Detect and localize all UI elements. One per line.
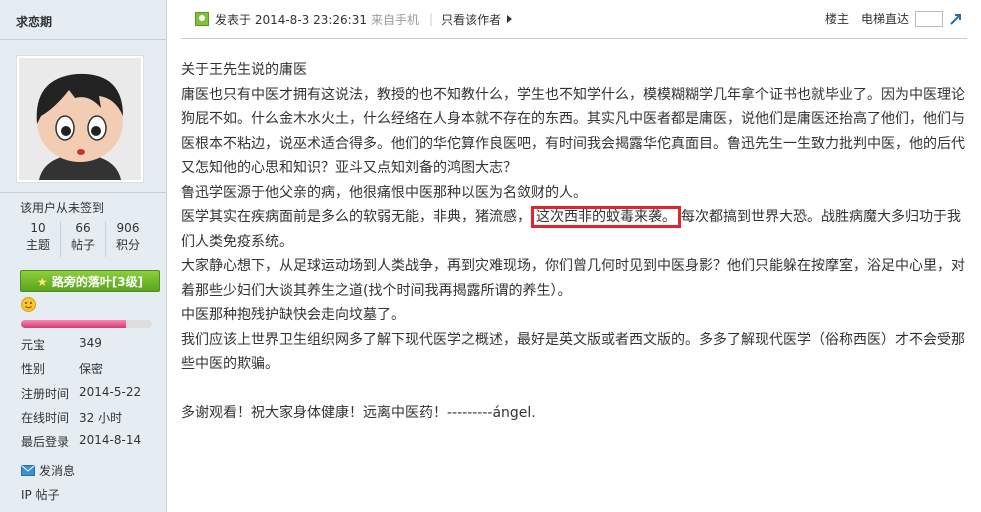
floor-label: 楼主 <box>824 12 849 26</box>
ip-posts-link[interactable]: IP 帖子 <box>21 486 60 503</box>
stat-posts-label: 帖子 <box>70 238 95 252</box>
post-paragraph: 庸医也只有中医才拥有这说法，教授的也不知教什么，学生也不知学什么，模模糊糊学几年… <box>181 86 965 177</box>
arrow-right-icon <box>507 15 513 23</box>
author-sidebar: 求恋期 该用户从未签到 10 主题 66 帖子 906 积分 ★ 路旁的落叶[3… <box>0 0 167 512</box>
post-paragraph: 鲁迅学医源于他父亲的病，他很痛恨中医那种以医为名敛财的人。 <box>181 184 587 201</box>
post-main: 发表于 2014-8-3 23:26:31 来自手机 | 只看该作者 楼主 电梯… <box>167 0 981 512</box>
post-paragraph: 关于王先生说的庸医 <box>181 62 307 78</box>
avatar-cartoon-boy-icon <box>19 58 141 180</box>
info-key: 在线时间 <box>21 411 70 425</box>
post-device: 来自手机 <box>371 12 420 27</box>
post-nav: 楼主 电梯直达 <box>825 10 963 27</box>
post-header: 发表于 2014-8-3 23:26:31 来自手机 | 只看该作者 <box>195 8 513 30</box>
info-key: 注册时间 <box>21 387 70 401</box>
signin-status: 该用户从未签到 <box>20 201 105 215</box>
post-closing: 多谢观看！祝大家身体健康！远离中医药！---------ángel. <box>181 404 536 421</box>
online-status-icon <box>195 12 209 26</box>
separator: | <box>429 12 434 26</box>
avatar[interactable] <box>16 55 144 183</box>
divider <box>0 192 166 193</box>
send-message-label: 发消息 <box>39 464 76 478</box>
post-paragraph: 中医那种抱残护缺快会走向坟墓了。 <box>181 307 405 323</box>
info-value: 2014-8-14 <box>79 433 142 447</box>
author-name[interactable]: 求恋期 <box>16 13 52 30</box>
send-message-link[interactable]: 发消息 <box>21 462 75 479</box>
stat-threads[interactable]: 10 主题 <box>16 221 60 257</box>
info-key: 最后登录 <box>21 435 70 449</box>
info-value: 2014-5-22 <box>79 385 142 399</box>
info-value: 349 <box>79 336 102 350</box>
only-author-link[interactable]: 只看该作者 <box>441 11 501 28</box>
stat-points[interactable]: 906 积分 <box>105 221 150 257</box>
smiley-icon <box>21 297 36 312</box>
header-divider <box>181 38 967 39</box>
rank-label: 路旁的落叶[3级] <box>51 275 144 289</box>
jump-label: 电梯直达 <box>860 12 909 26</box>
stat-posts-value: 66 <box>75 221 91 235</box>
level-progress-fill <box>21 320 126 328</box>
floor-jump-input[interactable] <box>915 10 943 27</box>
highlighted-text: 这次西非的蚊毒来袭。 <box>531 206 681 228</box>
star-icon: ★ <box>36 275 48 289</box>
stat-points-label: 积分 <box>115 238 140 252</box>
stat-posts[interactable]: 66 帖子 <box>60 221 105 257</box>
post-paragraph: 我们应该上世界卫生组织网多了解下现代医学之概述，最好是英文版或者西文版的。多多了… <box>181 331 965 373</box>
post-content: 关于王先生说的庸医 庸医也只有中医才拥有这说法，教授的也不知教什么，学生也不知学… <box>181 58 971 425</box>
rank-badge[interactable]: ★ 路旁的落叶[3级] <box>20 270 160 292</box>
go-arrow-icon[interactable] <box>949 12 963 26</box>
stat-threads-label: 主题 <box>25 238 50 252</box>
user-stats: 10 主题 66 帖子 906 积分 <box>16 221 150 257</box>
stat-threads-value: 10 <box>30 221 46 235</box>
envelope-icon <box>21 465 35 476</box>
post-paragraph: 大家静心想下，从足球运动场到人类战争，再到灾难现场，你们曾几何时见到中医身影？他… <box>181 258 965 299</box>
post-time: 发表于 2014-8-3 23:26:31 <box>215 12 367 27</box>
post-paragraph: 医学其实在疾病面前是多么的软弱无能，非典，猪流感， 这次西非的蚊毒来袭。 每次都搞到… <box>181 205 971 254</box>
info-value: 32 小时 <box>79 411 123 425</box>
info-key: 性别 <box>21 362 46 376</box>
info-key: 元宝 <box>21 338 46 352</box>
stat-points-value: 906 <box>116 221 140 235</box>
paragraph-text: 医学其实在疾病面前是多么的软弱无能，非典，猪流感， <box>181 209 531 225</box>
level-progress-bar <box>21 320 152 328</box>
info-value: 保密 <box>79 362 104 376</box>
divider <box>0 39 166 40</box>
